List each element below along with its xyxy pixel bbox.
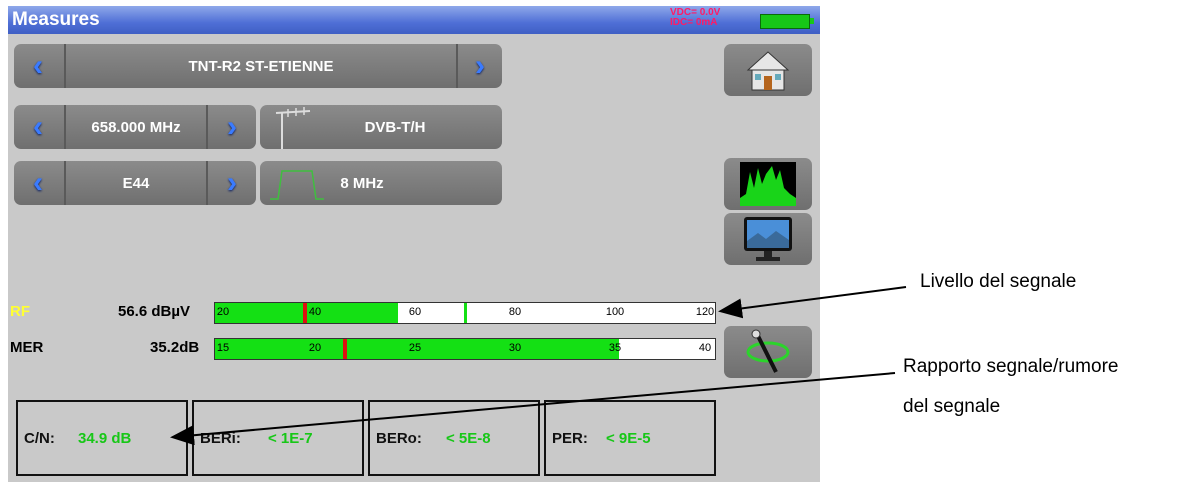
rf-level-bar: 20 40 60 80 100 120 (214, 302, 716, 324)
chevron-left-icon[interactable]: ‹ (14, 105, 62, 149)
rf-tick-label: 20 (216, 306, 230, 318)
frequency-value: 658.000 MHz (91, 118, 181, 136)
beri-label: BERi: (200, 430, 241, 447)
beri-box: BERi: < 1E-7 (192, 400, 364, 476)
rf-tick-label: 40 (308, 306, 322, 318)
page-title: Measures (12, 9, 100, 30)
bandwidth-icon (270, 170, 324, 200)
channel-number-value: E44 (122, 174, 150, 192)
channel-name: TNT-R2 ST-ETIENNE (188, 57, 334, 75)
chevron-left-icon[interactable]: ‹ (14, 44, 62, 88)
mer-level-bar: 15 20 25 30 35 40 (214, 338, 716, 360)
bandwidth-button[interactable]: 8 MHz (260, 161, 502, 205)
chevron-right-icon[interactable]: › (208, 161, 256, 205)
cn-value: 34.9 dB (78, 430, 132, 447)
frequency-selector[interactable]: ‹ 658.000 MHz › (14, 105, 256, 149)
annotation-snr-line1: Rapporto segnale/rumore (903, 356, 1119, 377)
rf-value: 56.6 dBµV (118, 303, 191, 320)
annotation-snr-line2: del segnale (903, 396, 1001, 417)
per-label: PER: (552, 430, 588, 447)
chevron-right-icon[interactable]: › (208, 105, 256, 149)
spectrum-icon (740, 162, 796, 206)
tv-icon (744, 217, 792, 261)
rf-tick-label: 80 (508, 306, 522, 318)
tv-button[interactable] (724, 213, 812, 265)
mer-tick-label: 25 (408, 342, 422, 354)
title-bar: Measures VDC= 0.0V IDC= 0mA (8, 6, 820, 34)
device-screen: Measures VDC= 0.0V IDC= 0mA ‹ TNT-R2 ST-… (8, 6, 820, 482)
mer-label: MER (10, 339, 44, 356)
annotation-signal-level: Livello del segnale (920, 271, 1077, 292)
mer-tick-label: 15 (216, 342, 230, 354)
spectrum-button[interactable] (724, 158, 812, 210)
bero-label: BERo: (376, 430, 422, 447)
home-button[interactable] (724, 44, 812, 96)
rf-tick-label: 100 (605, 306, 625, 318)
bandwidth-value: 8 MHz (340, 174, 384, 192)
battery-icon (760, 14, 810, 29)
idc-readout: IDC= 0mA (670, 17, 718, 28)
rf-label: RF (10, 303, 30, 320)
beri-value: < 1E-7 (268, 430, 313, 447)
battery-tip (810, 18, 814, 24)
rf-tick-label: 60 (408, 306, 422, 318)
rf-tick-label: 120 (695, 306, 715, 318)
rf-threshold-marker (464, 303, 467, 323)
mer-tick-label: 40 (698, 342, 712, 354)
channel-number-selector[interactable]: ‹ E44 › (14, 161, 256, 205)
per-box: PER: < 9E-5 (544, 400, 716, 476)
power-readout: VDC= 0.0V IDC= 0mA (670, 8, 720, 28)
standard-button[interactable]: DVB-T/H (260, 105, 502, 149)
standard-value: DVB-T/H (364, 118, 426, 136)
bero-box: BERo: < 5E-8 (368, 400, 540, 476)
cn-label: C/N: (24, 430, 55, 447)
mer-tick-label: 35 (608, 342, 622, 354)
chevron-left-icon[interactable]: ‹ (14, 161, 62, 205)
mer-peak-marker (343, 339, 347, 359)
antenna-icon (275, 107, 311, 149)
pointer-tool-icon (746, 329, 790, 373)
chevron-right-icon[interactable]: › (458, 44, 502, 88)
channel-selector[interactable]: ‹ TNT-R2 ST-ETIENNE › (14, 44, 502, 88)
bero-value: < 5E-8 (446, 430, 491, 447)
home-icon (746, 51, 790, 91)
pointing-button[interactable] (724, 326, 812, 378)
mer-tick-label: 20 (308, 342, 322, 354)
rf-peak-marker (303, 303, 307, 323)
mer-value: 35.2dB (150, 339, 200, 356)
mer-tick-label: 30 (508, 342, 522, 354)
cn-box: C/N: 34.9 dB (16, 400, 188, 476)
per-value: < 9E-5 (606, 430, 651, 447)
